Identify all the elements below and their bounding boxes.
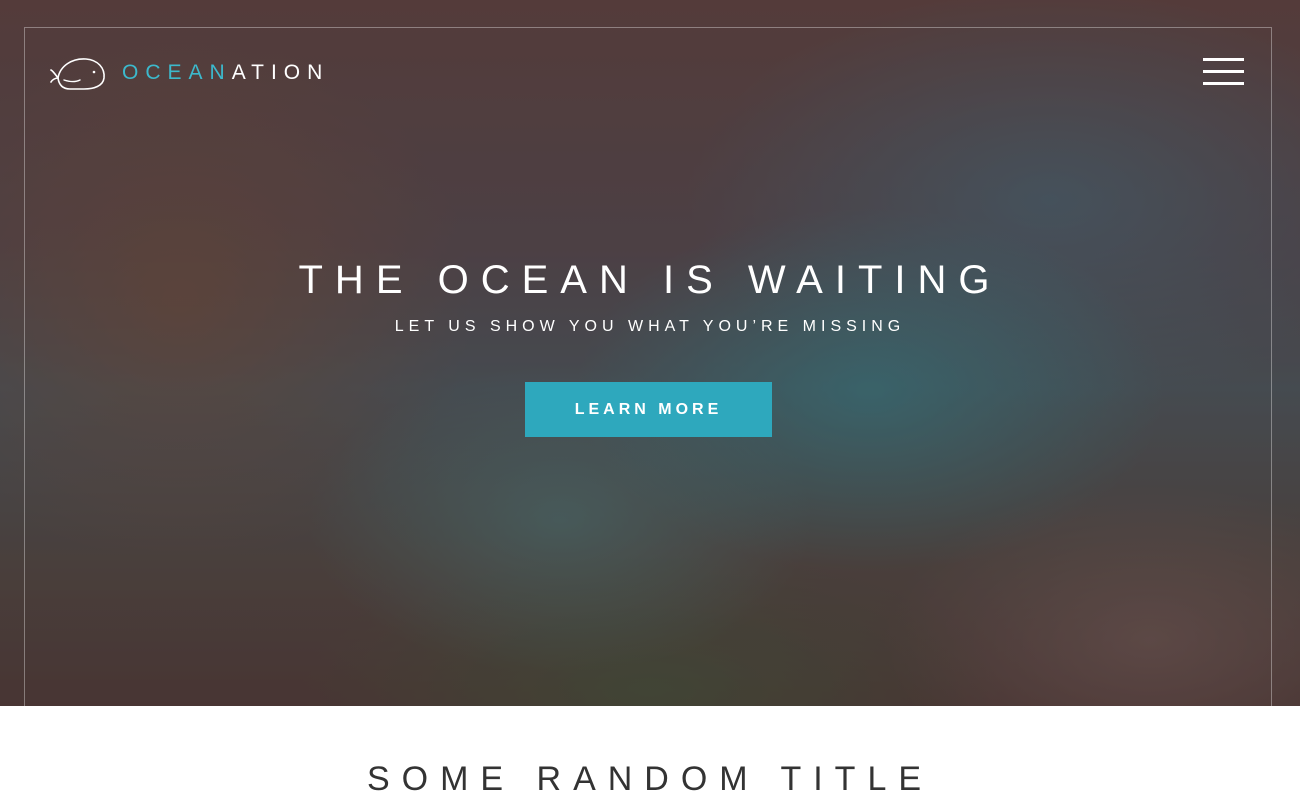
brand-name-accent: OCEAN — [122, 61, 232, 84]
brand-logo[interactable]: OCEANATION — [50, 56, 329, 90]
hero-subtitle: LET US SHOW YOU WHAT YOU’RE MISSING — [394, 318, 906, 335]
section-title: SOME RANDOM TITLE — [366, 760, 934, 798]
brand-name: OCEANATION — [122, 56, 329, 90]
hamburger-menu-icon — [1203, 58, 1244, 61]
brand-name-rest: ATION — [231, 61, 330, 84]
whale-icon — [50, 58, 105, 90]
hamburger-menu-icon — [1203, 70, 1244, 73]
hero-title: THE OCEAN IS WAITING — [298, 258, 1002, 302]
hamburger-menu-icon — [1203, 82, 1244, 85]
learn-more-button[interactable]: LEARN MORE — [525, 382, 772, 437]
hamburger-menu-button[interactable] — [1203, 58, 1245, 86]
hero-frame-border — [24, 27, 1272, 727]
